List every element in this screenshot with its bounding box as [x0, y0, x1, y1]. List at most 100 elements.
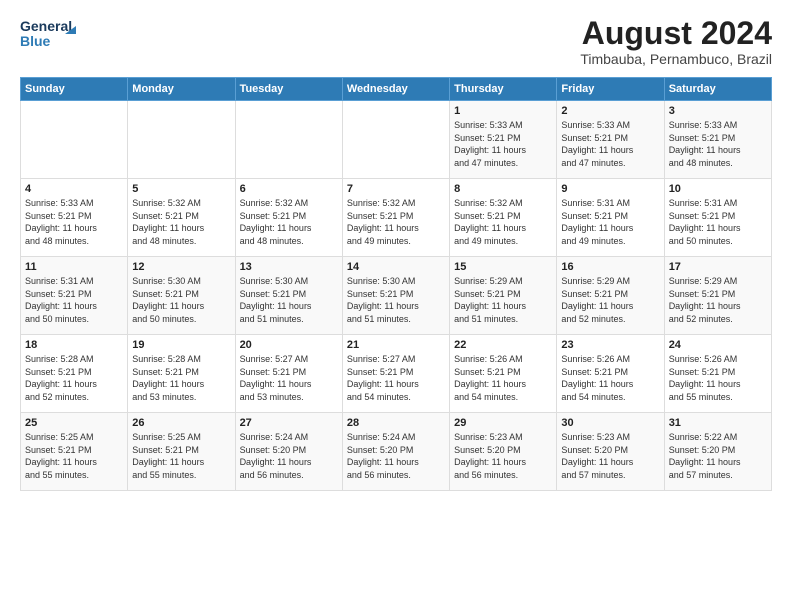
- main-title: August 2024: [580, 16, 772, 51]
- logo-svg: GeneralBlue: [20, 16, 80, 52]
- day-info: Sunrise: 5:27 AM Sunset: 5:21 PM Dayligh…: [347, 353, 445, 403]
- header-cell-saturday: Saturday: [664, 78, 771, 101]
- calendar-cell: [235, 101, 342, 179]
- day-number: 20: [240, 339, 338, 351]
- week-row-3: 11 Sunrise: 5:31 AM Sunset: 5:21 PM Dayli…: [21, 257, 772, 335]
- week-row-1: 1 Sunrise: 5:33 AM Sunset: 5:21 PM Daylig…: [21, 101, 772, 179]
- day-info: Sunrise: 5:26 AM Sunset: 5:21 PM Dayligh…: [561, 353, 659, 403]
- day-info: Sunrise: 5:32 AM Sunset: 5:21 PM Dayligh…: [132, 197, 230, 247]
- day-number: 21: [347, 339, 445, 351]
- day-info: Sunrise: 5:23 AM Sunset: 5:20 PM Dayligh…: [454, 431, 552, 481]
- day-number: 13: [240, 261, 338, 273]
- calendar-cell: 1 Sunrise: 5:33 AM Sunset: 5:21 PM Daylig…: [450, 101, 557, 179]
- day-number: 29: [454, 417, 552, 429]
- day-number: 28: [347, 417, 445, 429]
- day-number: 15: [454, 261, 552, 273]
- day-info: Sunrise: 5:25 AM Sunset: 5:21 PM Dayligh…: [25, 431, 123, 481]
- day-info: Sunrise: 5:33 AM Sunset: 5:21 PM Dayligh…: [669, 119, 767, 169]
- day-number: 23: [561, 339, 659, 351]
- week-row-5: 25 Sunrise: 5:25 AM Sunset: 5:21 PM Dayli…: [21, 413, 772, 491]
- calendar-cell: 21 Sunrise: 5:27 AM Sunset: 5:21 PM Dayli…: [342, 335, 449, 413]
- day-number: 14: [347, 261, 445, 273]
- day-number: 7: [347, 183, 445, 195]
- header-cell-sunday: Sunday: [21, 78, 128, 101]
- calendar-cell: 24 Sunrise: 5:26 AM Sunset: 5:21 PM Dayli…: [664, 335, 771, 413]
- calendar-cell: 19 Sunrise: 5:28 AM Sunset: 5:21 PM Dayli…: [128, 335, 235, 413]
- day-number: 8: [454, 183, 552, 195]
- subtitle: Timbauba, Pernambuco, Brazil: [580, 51, 772, 67]
- day-info: Sunrise: 5:28 AM Sunset: 5:21 PM Dayligh…: [25, 353, 123, 403]
- day-number: 25: [25, 417, 123, 429]
- svg-text:General: General: [20, 18, 72, 34]
- header-cell-wednesday: Wednesday: [342, 78, 449, 101]
- day-number: 4: [25, 183, 123, 195]
- page: GeneralBlue August 2024 Timbauba, Pernam…: [0, 0, 792, 612]
- day-number: 26: [132, 417, 230, 429]
- day-number: 11: [25, 261, 123, 273]
- calendar-cell: 12 Sunrise: 5:30 AM Sunset: 5:21 PM Dayli…: [128, 257, 235, 335]
- calendar-table: SundayMondayTuesdayWednesdayThursdayFrid…: [20, 77, 772, 491]
- calendar-cell: 30Sunrise: 5:23 AM Sunset: 5:20 PM Dayli…: [557, 413, 664, 491]
- calendar-cell: 9 Sunrise: 5:31 AM Sunset: 5:21 PM Daylig…: [557, 179, 664, 257]
- day-number: 2: [561, 105, 659, 117]
- calendar-cell: 6Sunrise: 5:32 AM Sunset: 5:21 PM Daylig…: [235, 179, 342, 257]
- day-info: Sunrise: 5:32 AM Sunset: 5:21 PM Dayligh…: [454, 197, 552, 247]
- day-number: 19: [132, 339, 230, 351]
- calendar-cell: 18Sunrise: 5:28 AM Sunset: 5:21 PM Dayli…: [21, 335, 128, 413]
- calendar-cell: 16Sunrise: 5:29 AM Sunset: 5:21 PM Dayli…: [557, 257, 664, 335]
- logo: GeneralBlue: [20, 16, 80, 52]
- day-info: Sunrise: 5:25 AM Sunset: 5:21 PM Dayligh…: [132, 431, 230, 481]
- calendar-cell: 15 Sunrise: 5:29 AM Sunset: 5:21 PM Dayli…: [450, 257, 557, 335]
- calendar-cell: 27Sunrise: 5:24 AM Sunset: 5:20 PM Dayli…: [235, 413, 342, 491]
- day-info: Sunrise: 5:27 AM Sunset: 5:21 PM Dayligh…: [240, 353, 338, 403]
- day-info: Sunrise: 5:26 AM Sunset: 5:21 PM Dayligh…: [454, 353, 552, 403]
- calendar-cell: [342, 101, 449, 179]
- day-info: Sunrise: 5:33 AM Sunset: 5:21 PM Dayligh…: [454, 119, 552, 169]
- calendar-cell: 4 Sunrise: 5:33 AM Sunset: 5:21 PM Daylig…: [21, 179, 128, 257]
- day-number: 27: [240, 417, 338, 429]
- day-info: Sunrise: 5:29 AM Sunset: 5:21 PM Dayligh…: [669, 275, 767, 325]
- calendar-cell: 2Sunrise: 5:33 AM Sunset: 5:21 PM Daylig…: [557, 101, 664, 179]
- calendar-cell: 11 Sunrise: 5:31 AM Sunset: 5:21 PM Dayli…: [21, 257, 128, 335]
- day-info: Sunrise: 5:29 AM Sunset: 5:21 PM Dayligh…: [454, 275, 552, 325]
- day-info: Sunrise: 5:31 AM Sunset: 5:21 PM Dayligh…: [561, 197, 659, 247]
- day-info: Sunrise: 5:31 AM Sunset: 5:21 PM Dayligh…: [25, 275, 123, 325]
- day-number: 6: [240, 183, 338, 195]
- calendar-cell: [128, 101, 235, 179]
- header-cell-tuesday: Tuesday: [235, 78, 342, 101]
- header-cell-friday: Friday: [557, 78, 664, 101]
- calendar-cell: 23 Sunrise: 5:26 AM Sunset: 5:21 PM Dayli…: [557, 335, 664, 413]
- day-info: Sunrise: 5:28 AM Sunset: 5:21 PM Dayligh…: [132, 353, 230, 403]
- week-row-4: 18Sunrise: 5:28 AM Sunset: 5:21 PM Dayli…: [21, 335, 772, 413]
- header: GeneralBlue August 2024 Timbauba, Pernam…: [20, 16, 772, 67]
- day-number: 24: [669, 339, 767, 351]
- title-block: August 2024 Timbauba, Pernambuco, Brazil: [580, 16, 772, 67]
- calendar-cell: 7 Sunrise: 5:32 AM Sunset: 5:21 PM Daylig…: [342, 179, 449, 257]
- day-number: 17: [669, 261, 767, 273]
- day-info: Sunrise: 5:29 AM Sunset: 5:21 PM Dayligh…: [561, 275, 659, 325]
- calendar-cell: 25 Sunrise: 5:25 AM Sunset: 5:21 PM Dayli…: [21, 413, 128, 491]
- day-number: 22: [454, 339, 552, 351]
- day-number: 10: [669, 183, 767, 195]
- day-number: 12: [132, 261, 230, 273]
- day-info: Sunrise: 5:33 AM Sunset: 5:21 PM Dayligh…: [25, 197, 123, 247]
- calendar-cell: [21, 101, 128, 179]
- calendar-cell: 29 Sunrise: 5:23 AM Sunset: 5:20 PM Dayli…: [450, 413, 557, 491]
- calendar-cell: 20 Sunrise: 5:27 AM Sunset: 5:21 PM Dayli…: [235, 335, 342, 413]
- day-number: 31: [669, 417, 767, 429]
- day-number: 5: [132, 183, 230, 195]
- day-number: 1: [454, 105, 552, 117]
- day-info: Sunrise: 5:30 AM Sunset: 5:21 PM Dayligh…: [132, 275, 230, 325]
- day-info: Sunrise: 5:32 AM Sunset: 5:21 PM Dayligh…: [347, 197, 445, 247]
- calendar-cell: 14Sunrise: 5:30 AM Sunset: 5:21 PM Dayli…: [342, 257, 449, 335]
- calendar-cell: 31 Sunrise: 5:22 AM Sunset: 5:20 PM Dayli…: [664, 413, 771, 491]
- calendar-cell: 13Sunrise: 5:30 AM Sunset: 5:21 PM Dayli…: [235, 257, 342, 335]
- header-cell-thursday: Thursday: [450, 78, 557, 101]
- calendar-cell: 28Sunrise: 5:24 AM Sunset: 5:20 PM Dayli…: [342, 413, 449, 491]
- day-info: Sunrise: 5:22 AM Sunset: 5:20 PM Dayligh…: [669, 431, 767, 481]
- calendar-cell: 8 Sunrise: 5:32 AM Sunset: 5:21 PM Daylig…: [450, 179, 557, 257]
- calendar-cell: 22 Sunrise: 5:26 AM Sunset: 5:21 PM Dayli…: [450, 335, 557, 413]
- day-info: Sunrise: 5:26 AM Sunset: 5:21 PM Dayligh…: [669, 353, 767, 403]
- header-cell-monday: Monday: [128, 78, 235, 101]
- day-number: 9: [561, 183, 659, 195]
